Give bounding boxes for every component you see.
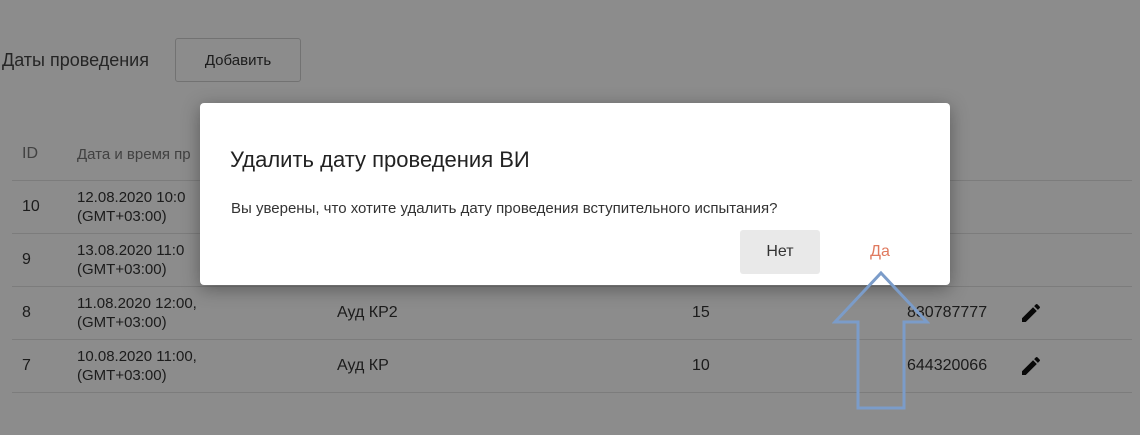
yes-button[interactable]: Да — [840, 230, 920, 274]
delete-dialog: Удалить дату проведения ВИ Вы уверены, ч… — [200, 103, 950, 285]
dialog-title: Удалить дату проведения ВИ — [230, 147, 530, 172]
dialog-message: Вы уверены, что хотите удалить дату пров… — [231, 200, 778, 217]
up-arrow-annotation — [832, 270, 930, 410]
no-button[interactable]: Нет — [740, 230, 820, 274]
